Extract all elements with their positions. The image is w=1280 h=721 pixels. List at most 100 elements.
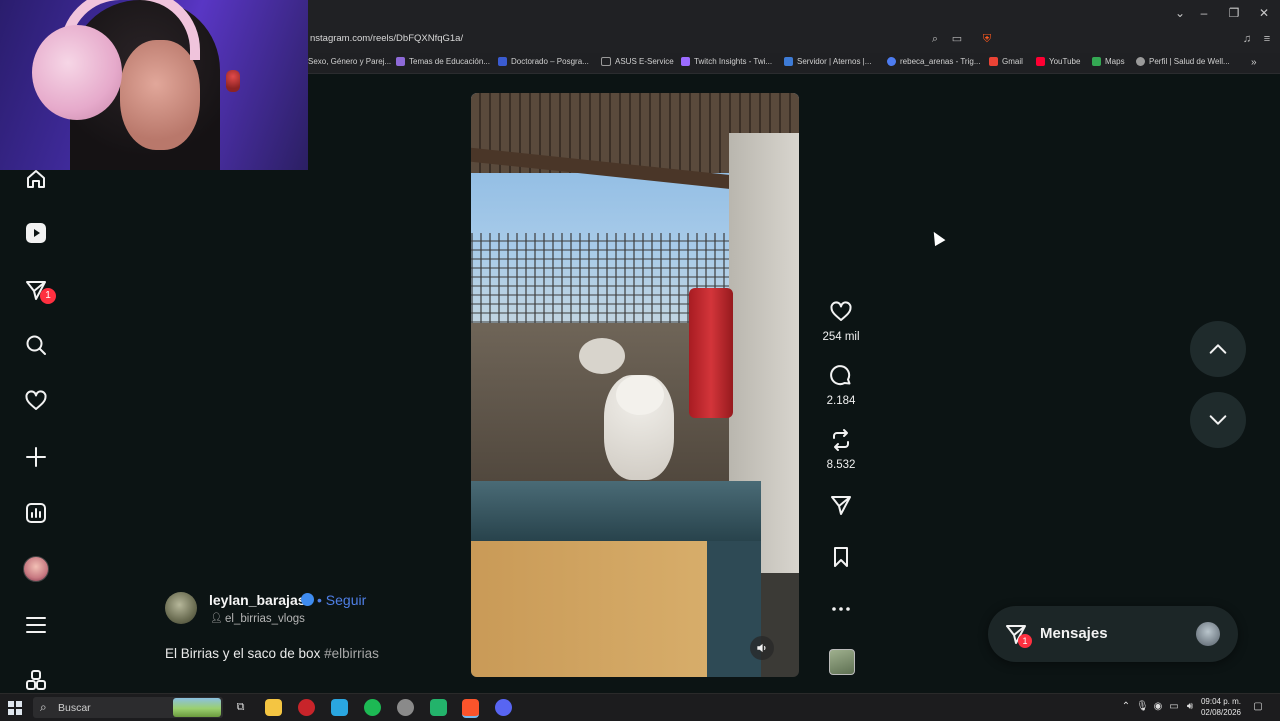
- folder-icon: [601, 57, 611, 66]
- author-avatar[interactable]: [165, 592, 197, 624]
- app-icon-blue[interactable]: [331, 699, 348, 716]
- obs-icon[interactable]: [397, 699, 414, 716]
- nav-search[interactable]: [22, 331, 50, 359]
- tray-overflow-icon[interactable]: ⌃: [1120, 701, 1132, 713]
- tab-list-chevron-icon[interactable]: ⌄: [1172, 5, 1188, 21]
- like-button[interactable]: [826, 297, 856, 327]
- minimize-button[interactable]: –: [1196, 5, 1212, 21]
- clock-date[interactable]: 02/08/2026: [1200, 708, 1242, 717]
- insights-icon: [26, 503, 46, 523]
- follow-button[interactable]: • Seguir: [317, 592, 366, 608]
- windows-start-button[interactable]: [8, 701, 22, 715]
- messages-button[interactable]: 1 Mensajes: [988, 606, 1238, 662]
- spotify-icon[interactable]: [364, 699, 381, 716]
- taskbar-search[interactable]: ⌕ Buscar: [33, 697, 223, 718]
- more-options-button[interactable]: [826, 594, 856, 624]
- more-dots-icon: [832, 607, 850, 611]
- browser-menu-icon[interactable]: ≡: [1260, 32, 1274, 46]
- file-explorer-icon[interactable]: [265, 699, 282, 716]
- search-highlight-image: [173, 698, 221, 717]
- nav-more[interactable]: [22, 611, 50, 639]
- heart-icon: [25, 390, 47, 410]
- bookmark-item[interactable]: Perfil | Salud de Well...: [1136, 57, 1230, 66]
- audio-thumbnail[interactable]: [829, 649, 855, 675]
- app-icon-green[interactable]: [430, 699, 447, 716]
- hashtag-link[interactable]: #elbirrias: [324, 646, 379, 661]
- next-reel-button[interactable]: [1190, 392, 1246, 448]
- verified-badge-icon: [301, 593, 314, 606]
- reel-video[interactable]: [471, 93, 799, 677]
- gmail-icon: [989, 57, 998, 66]
- app-icon-red[interactable]: [298, 699, 315, 716]
- chevron-down-icon: [1209, 415, 1227, 425]
- collaborator-username[interactable]: el_birrias_vlogs: [225, 613, 305, 625]
- volume-icon[interactable]: 🔊︎: [1184, 701, 1196, 713]
- bookmark-item[interactable]: YouTube: [1036, 57, 1080, 66]
- author-username[interactable]: leylan_barajas: [209, 592, 306, 608]
- nav-notifications[interactable]: [22, 387, 50, 415]
- nav-reels[interactable]: [22, 219, 50, 247]
- network-icon[interactable]: ▭: [1168, 701, 1180, 713]
- bookmark-item[interactable]: ASUS E-Service: [601, 57, 674, 66]
- nav-profile[interactable]: [22, 555, 50, 583]
- apps-grid-icon: [26, 670, 46, 690]
- previous-reel-button[interactable]: [1190, 321, 1246, 377]
- heart-icon: [830, 301, 852, 321]
- speaker-icon: [757, 643, 766, 653]
- bookmark-favicon-icon: [681, 57, 690, 66]
- task-view-icon[interactable]: ⧉: [232, 699, 249, 716]
- background-figurine: [226, 70, 240, 92]
- bookmark-favicon-icon: [887, 57, 896, 66]
- follow-separator: •: [317, 592, 322, 608]
- chevron-up-icon: [1209, 344, 1227, 354]
- zoom-icon[interactable]: ⌕: [928, 32, 942, 46]
- discord-icon[interactable]: [495, 699, 512, 716]
- maps-icon: [1092, 57, 1101, 66]
- notification-center-icon[interactable]: ▢: [1252, 701, 1264, 713]
- brave-shield-icon[interactable]: ⛨: [980, 32, 994, 46]
- tray-app-icon[interactable]: ◉: [1152, 701, 1164, 713]
- cast-icon[interactable]: ▭: [950, 32, 964, 46]
- repost-button[interactable]: [826, 425, 856, 455]
- bookmark-item[interactable]: Gmail: [989, 57, 1023, 66]
- bookmark-item[interactable]: Servidor | Aternos |...: [784, 57, 871, 66]
- notification-badge: 1: [40, 288, 56, 304]
- video-box-top: [471, 481, 761, 541]
- mouse-cursor-icon: [928, 228, 946, 247]
- nav-messages[interactable]: 1: [22, 276, 56, 304]
- bookmark-item[interactable]: Sexo, Género y Parej...: [308, 57, 391, 66]
- person-icon: 👤︎: [210, 613, 223, 624]
- bookmark-item[interactable]: Twitch Insights - Twi...: [681, 57, 772, 66]
- brave-browser-icon[interactable]: [462, 699, 479, 718]
- follow-label: Seguir: [325, 592, 367, 608]
- clock-time[interactable]: 09:04 p. m.: [1200, 697, 1242, 706]
- search-icon: [26, 335, 46, 355]
- nav-home[interactable]: [22, 165, 50, 193]
- bookmark-icon: [834, 547, 848, 567]
- bookmark-favicon-icon: [396, 57, 405, 66]
- bookmark-item[interactable]: Doctorado – Posgra...: [498, 57, 589, 66]
- mute-button[interactable]: [750, 636, 774, 660]
- like-count[interactable]: 254 mil: [801, 331, 881, 343]
- comment-icon: [830, 365, 851, 386]
- share-button[interactable]: [826, 490, 856, 520]
- maximize-button[interactable]: ❐: [1226, 5, 1242, 21]
- bookmark-item[interactable]: rebeca_arenas - Trig...: [887, 57, 980, 66]
- bookmark-item[interactable]: Maps: [1092, 57, 1125, 66]
- messages-badge: 1: [1018, 634, 1032, 648]
- taskbar: ⌕ Buscar ⧉ ⌃ 🎙︎ ◉ ▭ 🔊︎ 09:04 p. m. 02/08…: [0, 693, 1280, 721]
- comment-button[interactable]: [826, 361, 856, 391]
- bookmark-item[interactable]: Temas de Educación...: [396, 57, 490, 66]
- home-icon: [27, 170, 45, 188]
- reel-caption: El Birrias y el saco de box #elbirrias: [165, 646, 379, 661]
- media-controls-icon[interactable]: ♫: [1240, 32, 1254, 46]
- nav-create[interactable]: [22, 443, 50, 471]
- nav-dashboard[interactable]: [22, 499, 50, 527]
- save-button[interactable]: [826, 542, 856, 572]
- nav-also-from-meta[interactable]: [22, 666, 50, 694]
- bookmark-favicon-icon: [498, 57, 507, 66]
- microphone-icon[interactable]: 🎙︎: [1136, 701, 1149, 713]
- more-bookmarks-icon[interactable]: »: [1251, 57, 1257, 68]
- close-window-button[interactable]: ✕: [1256, 5, 1272, 21]
- url-field[interactable]: nstagram.com/reels/DbFQXNfqG1a/: [310, 33, 463, 44]
